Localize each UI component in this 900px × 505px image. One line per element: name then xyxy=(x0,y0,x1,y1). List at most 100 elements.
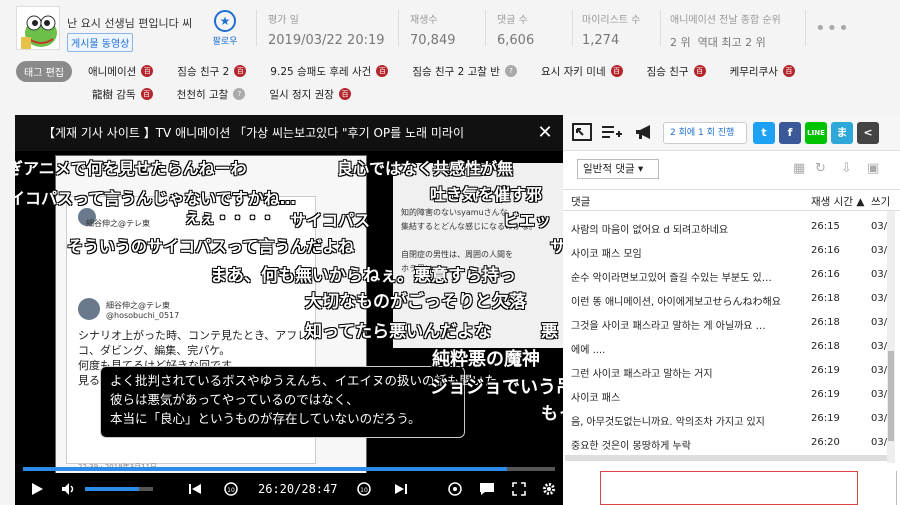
horizontal-scrollbar[interactable] xyxy=(565,455,887,461)
calendar-icon[interactable]: ▦ xyxy=(793,161,805,176)
skip-back-icon[interactable] xyxy=(185,473,205,505)
danmaku-comment: サ xyxy=(550,237,563,256)
tag-item[interactable]: 짐승 친구 2 고찰 반? xyxy=(404,61,525,82)
tag-edit-button[interactable]: 태그 편집 xyxy=(16,60,72,82)
uploader-avatar[interactable] xyxy=(16,6,60,50)
column-time[interactable]: 재생 시간 ▲ xyxy=(811,194,864,209)
comment-time: 26:16 xyxy=(811,245,840,256)
share-icon[interactable]: < xyxy=(857,122,879,144)
tag-item[interactable]: 케무리쿠사 百 xyxy=(722,61,803,82)
tag-label[interactable]: 龍樹 감독 xyxy=(92,87,136,102)
encyclopedia-icon[interactable]: 百 xyxy=(140,88,153,100)
playlist-add-icon[interactable] xyxy=(601,123,623,143)
comment-row[interactable]: 사이코 패스 모임 26:16 03/ xyxy=(563,239,887,263)
tag-row-1: 태그 편집 애니메이션 百 짐승 친구 2 百 9.25 승패도 후레 사건 百 짐승 친구… xyxy=(16,60,811,82)
comment-date: 03/ xyxy=(871,269,887,280)
encyclopedia-icon[interactable]: 百 xyxy=(610,65,623,77)
refresh-icon[interactable]: ↻ xyxy=(815,161,826,176)
scrollbar-thumb[interactable] xyxy=(888,351,894,441)
video-title[interactable]: 【게재 기사 사이트 】TV 애니메이션 「가상 씨는보고있다 "후기 OP를 … xyxy=(15,115,563,151)
tag-label[interactable]: 천천히 고찰 xyxy=(177,87,229,102)
close-icon[interactable]: ✕ xyxy=(535,115,555,151)
skip-forward-icon[interactable] xyxy=(391,473,411,505)
frog-avatar-icon xyxy=(17,7,59,49)
play-icon[interactable] xyxy=(27,473,47,505)
comment-row[interactable]: 에에 .... 26:18 03/ xyxy=(563,335,887,359)
comment-text: 에에 .... xyxy=(571,345,606,356)
fullscreen-icon[interactable] xyxy=(509,473,529,505)
time-display: 26:20/28:47 xyxy=(258,482,338,496)
seek-bar[interactable] xyxy=(23,467,555,471)
comment-row[interactable]: 그런 사이코 패스라고 말하는 거지 26:19 03/ xyxy=(563,359,887,383)
tag-item[interactable]: 龍樹 감독 百 xyxy=(84,84,161,105)
encyclopedia-icon[interactable]: 百 xyxy=(141,65,154,77)
tag-label[interactable]: 짐승 친구 2 xyxy=(177,64,229,79)
tag-label[interactable]: 짐승 친구 2 고찰 반 xyxy=(412,64,500,79)
encyclopedia-icon[interactable]: 百 xyxy=(338,88,351,100)
question-icon[interactable]: ? xyxy=(504,65,517,77)
repeat-icon[interactable] xyxy=(445,473,465,505)
comment-row[interactable]: 사이코 패스 26:19 03/ xyxy=(563,383,887,407)
divider xyxy=(572,10,573,46)
stat-date: 평가 일 2019/03/22 20:19 xyxy=(268,11,385,48)
tag-item[interactable]: 천천히 고찰? xyxy=(169,84,254,105)
line-icon[interactable]: LINE xyxy=(805,122,827,144)
tag-item[interactable]: 요시 자키 미네 百 xyxy=(533,61,631,82)
twitter-icon[interactable]: t xyxy=(753,122,775,144)
tag-item[interactable]: 일시 정지 권장 百 xyxy=(261,84,359,105)
facebook-icon[interactable]: f xyxy=(779,122,801,144)
settings-gear-icon[interactable] xyxy=(539,473,559,505)
stat-rank[interactable]: 애니메이션 전날 종합 순위 2 위 역대 최고 2 위 xyxy=(670,11,781,50)
comment-row[interactable]: 음, 아무것도없는니까요. 악의조차 가지고 있지 26:19 03/ xyxy=(563,407,887,431)
encyclopedia-icon[interactable]: 百 xyxy=(234,65,247,77)
column-date[interactable]: 쓰기 xyxy=(871,194,890,209)
comment-time: 26:18 xyxy=(811,341,840,352)
tag-item[interactable]: 짐승 친구 2 百 xyxy=(169,61,254,82)
tag-label[interactable]: 짐승 친구 xyxy=(647,64,689,79)
nicoad-bubble[interactable]: 2 회에 1 회 진행 xyxy=(663,122,747,144)
tag-label[interactable]: 케무리쿠사 xyxy=(730,64,778,79)
seek-bar-progress xyxy=(23,467,508,471)
comment-row[interactable]: 순수 악이라면보고있어 즐길 수있는 부분도 있… 26:16 03/ xyxy=(563,263,887,287)
comment-toggle-icon[interactable] xyxy=(477,473,497,505)
tag-item[interactable]: 9.25 승패도 후레 사건 百 xyxy=(262,61,396,82)
tag-label[interactable]: 일시 정지 권장 xyxy=(269,87,334,102)
tag-label[interactable]: 애니메이션 xyxy=(88,64,136,79)
comment-row[interactable]: 그것을 사이코 패스라고 말하는 게 아닐까요 … 26:18 03/ xyxy=(563,311,887,335)
comment-list-scrollbar[interactable] xyxy=(887,211,895,463)
tag-label[interactable]: 요시 자키 미네 xyxy=(541,64,606,79)
tweet-author-name: 細谷伸之@テレ東 xyxy=(106,301,170,310)
question-icon[interactable]: ? xyxy=(233,88,246,100)
ad-banner[interactable] xyxy=(600,471,858,505)
forward-10-icon[interactable]: 10 xyxy=(353,473,375,505)
comment-row[interactable]: 사람의 마음이 없어요 d 되려고하네요 26:15 03/ xyxy=(563,215,887,239)
comment-text: 이런 똥 애니메이션, 아이에게보고せらんねわ해요 xyxy=(571,297,781,308)
tag-item[interactable]: 애니메이션 百 xyxy=(80,61,161,82)
comment-type-select[interactable]: 일반적 댓글 ▾ xyxy=(577,159,659,179)
tag-label[interactable]: 9.25 승패도 후레 사건 xyxy=(270,64,371,79)
rewind-10-icon[interactable]: 10 xyxy=(220,473,242,505)
more-menu-icon[interactable]: ••• xyxy=(815,18,850,39)
comment-settings-icon[interactable]: ▣ xyxy=(867,161,879,176)
download-icon[interactable]: ⇩ xyxy=(841,161,852,176)
encyclopedia-icon[interactable]: 百 xyxy=(376,65,389,77)
uploader-name[interactable]: 난 요시 선생님 편입니다 씨 xyxy=(67,15,192,31)
comment-time: 26:15 xyxy=(811,221,840,232)
volume-level xyxy=(85,487,140,491)
stat-mylist: 마이리스트 수 1,274 xyxy=(582,11,640,48)
volume-slider[interactable] xyxy=(85,487,153,491)
megaphone-icon[interactable] xyxy=(633,123,655,143)
danmaku-comment: もっ xyxy=(541,404,563,424)
video-header: 난 요시 선생님 편입니다 씨 게시물 동영상 ★ 팔로우 평가 일 2019/… xyxy=(0,0,900,58)
comment-row[interactable]: 중요한 것은이 몽땅하게 누락 26:20 03/ xyxy=(563,431,887,455)
encyclopedia-icon[interactable]: 百 xyxy=(782,65,795,77)
nico-share-icon[interactable]: ま xyxy=(831,122,853,144)
follow-button[interactable]: ★ 팔로우 xyxy=(210,10,240,50)
comment-row[interactable]: 이런 똥 애니메이션, 아이에게보고せらんねわ해요 26:18 03/ xyxy=(563,287,887,311)
video-player[interactable]: 【게재 기사 사이트 】TV 애니메이션 「가상 씨는보고있다 "후기 OP를 … xyxy=(15,115,563,505)
encyclopedia-icon[interactable]: 百 xyxy=(693,65,706,77)
picture-in-picture-icon[interactable] xyxy=(571,123,593,143)
column-comment[interactable]: 댓글 xyxy=(571,194,590,209)
volume-icon[interactable] xyxy=(59,473,79,505)
tag-item[interactable]: 짐승 친구 百 xyxy=(639,61,714,82)
